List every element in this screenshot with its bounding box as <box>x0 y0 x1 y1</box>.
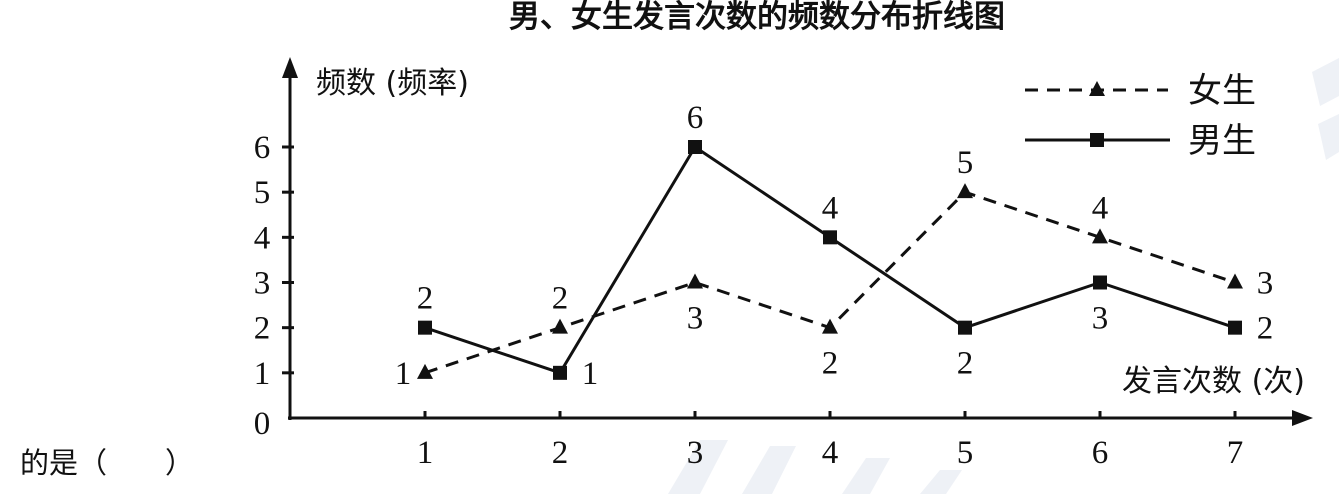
series-line-boys <box>424 145 1236 375</box>
data-point-boys <box>823 230 837 245</box>
legend: 女生 男生 <box>1025 71 1256 161</box>
data-label-boys: 1 <box>582 356 599 392</box>
watermark-stripe <box>1318 114 1339 160</box>
data-point-girls <box>687 273 703 289</box>
x-tick-label: 3 <box>687 435 704 471</box>
x-tick-label: 5 <box>957 435 974 471</box>
data-label-girls: 1 <box>395 356 412 392</box>
y-axis-arrow <box>282 57 298 78</box>
legend-item-boys: 男生 <box>1025 121 1256 161</box>
data-label-girls: 3 <box>687 301 704 337</box>
x-tick-label: 4 <box>822 435 839 471</box>
watermark-stripe <box>920 470 962 494</box>
data-labels: 1 2 3 2 5 4 3 2 1 6 4 2 3 2 <box>395 100 1274 392</box>
x-axis-label: 发言次数 (次) <box>1122 364 1305 399</box>
data-point-boys <box>553 365 567 380</box>
y-tick-label: 5 <box>254 175 271 211</box>
data-label-girls: 5 <box>957 145 974 181</box>
data-point-girls <box>552 318 568 334</box>
data-label-boys: 2 <box>957 346 974 382</box>
data-label-girls: 4 <box>1092 190 1109 226</box>
legend-item-girls: 女生 <box>1025 71 1256 111</box>
x-tick-label: 2 <box>552 435 569 471</box>
data-label-boys: 2 <box>417 281 434 317</box>
data-label-boys: 2 <box>1257 311 1274 347</box>
legend-label-boys: 男生 <box>1188 121 1256 161</box>
frequency-line-chart: 男、女生发言次数的频数分布折线图 频数 (频率) 发言次数 (次) 女生 男生 … <box>20 0 1339 494</box>
legend-label-girls: 女生 <box>1188 71 1256 111</box>
x-tick-label: 6 <box>1092 435 1109 471</box>
data-point-boys <box>1093 275 1107 290</box>
chart-title: 男、女生发言次数的频数分布折线图 <box>509 0 1005 35</box>
data-label-girls: 2 <box>552 281 569 317</box>
y-tick-label: 0 <box>254 406 271 442</box>
y-tick-label: 2 <box>254 311 271 347</box>
data-label-boys: 3 <box>1092 301 1109 337</box>
y-tick-label: 1 <box>254 356 271 392</box>
watermark-stripe <box>842 458 890 494</box>
data-label-boys: 4 <box>822 190 839 226</box>
y-tick-label: 3 <box>254 266 271 302</box>
x-tick-label: 1 <box>417 435 434 471</box>
legend-square-marker <box>1090 133 1104 147</box>
data-point-boys <box>1228 320 1242 335</box>
question-text: 的是（ ） <box>20 446 194 480</box>
y-axis-label: 频数 (频率) <box>316 66 469 101</box>
series-lines <box>424 145 1236 375</box>
data-label-girls: 2 <box>822 346 839 382</box>
x-axis-arrow <box>1292 410 1313 426</box>
y-tick-label: 6 <box>254 130 271 166</box>
data-point-girls <box>1227 273 1243 289</box>
x-tick-label: 7 <box>1227 435 1244 471</box>
series-markers <box>417 140 1243 380</box>
watermark-stripe <box>1312 58 1339 106</box>
data-point-boys <box>958 320 972 335</box>
data-label-boys: 6 <box>687 100 704 136</box>
data-point-girls <box>957 183 973 199</box>
data-point-boys <box>418 320 432 335</box>
data-label-girls: 3 <box>1257 266 1274 302</box>
y-tick-label: 4 <box>254 220 271 256</box>
data-point-boys <box>688 140 702 154</box>
watermark-stripe <box>742 446 796 494</box>
